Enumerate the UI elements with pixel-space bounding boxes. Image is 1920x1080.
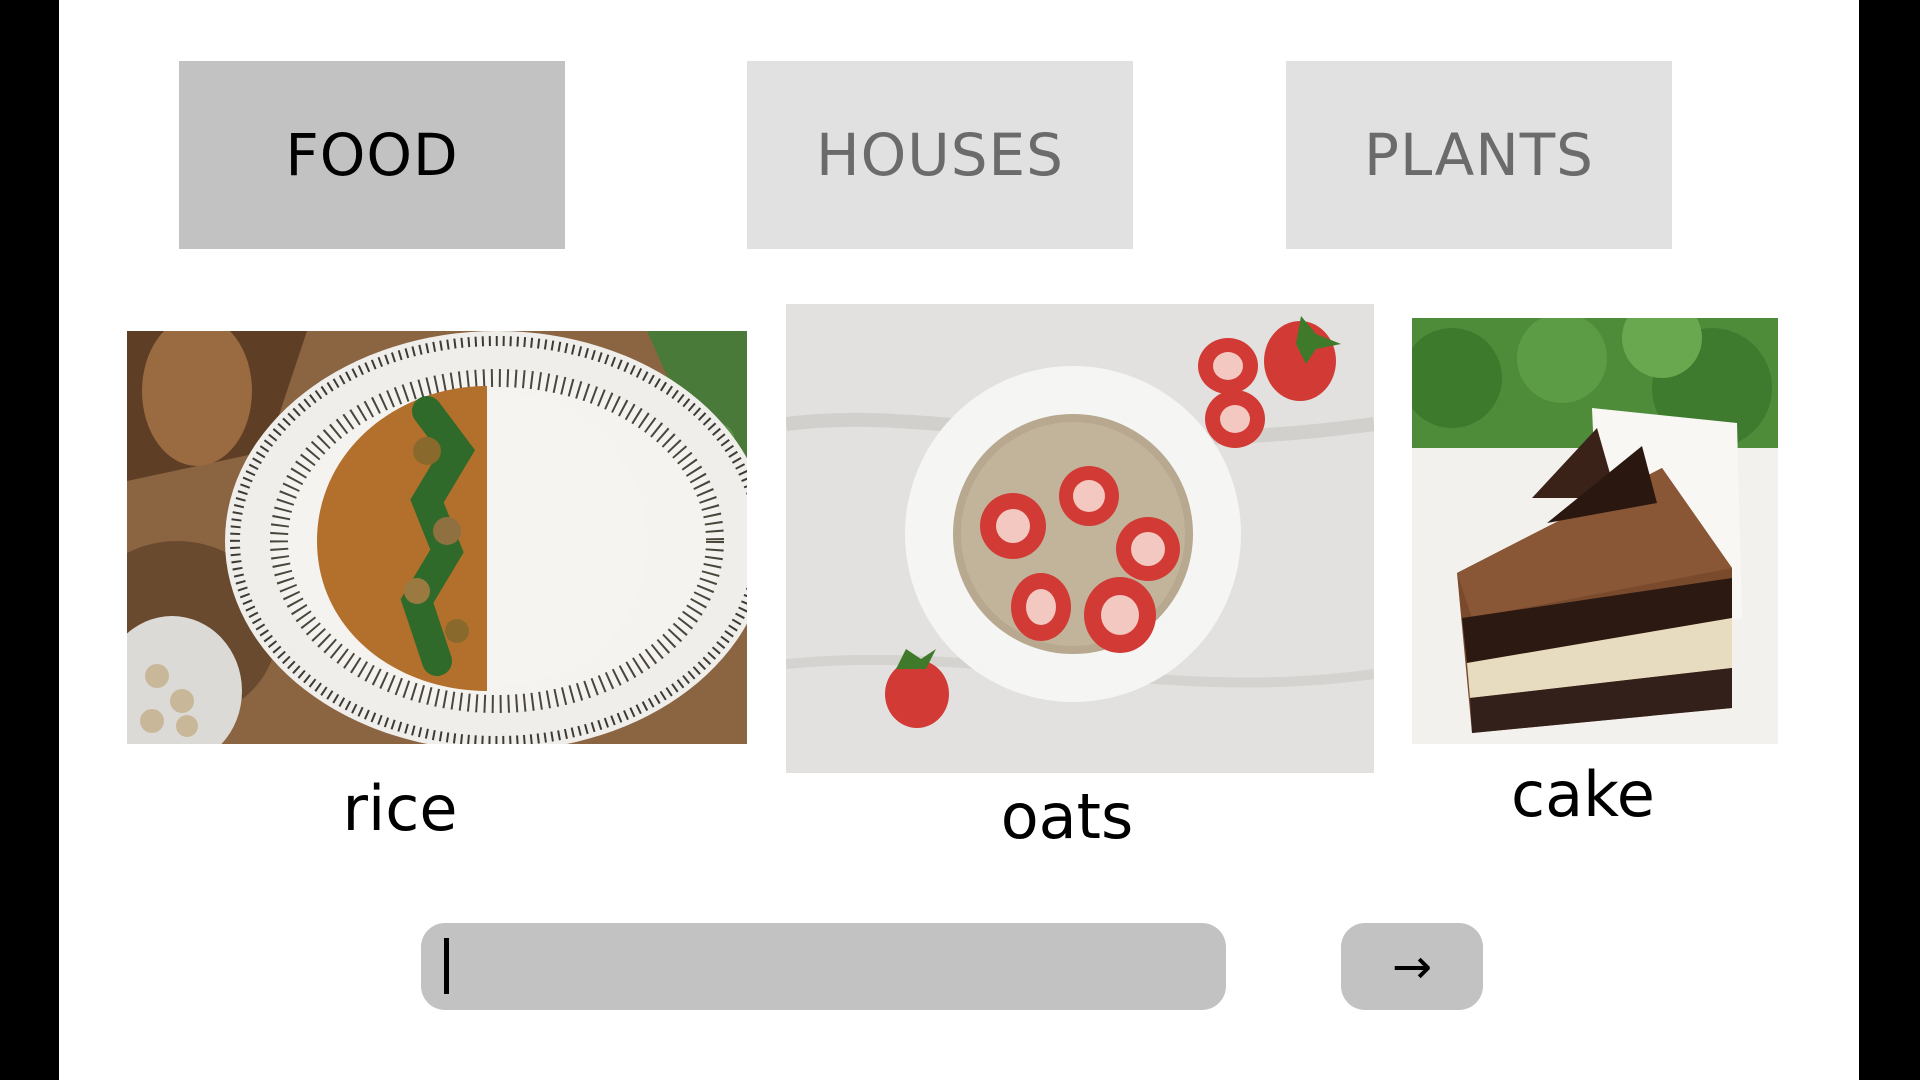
cake-image[interactable] [1412, 318, 1778, 744]
rice-image[interactable] [127, 331, 747, 744]
search-input[interactable] [421, 923, 1226, 1010]
oats-caption: oats [1000, 780, 1134, 853]
tab-food[interactable]: FOOD [179, 61, 565, 249]
tab-houses-label: HOUSES [816, 121, 1064, 189]
tab-plants-label: PLANTS [1364, 121, 1594, 189]
arrow-right-icon: → [1391, 938, 1433, 995]
cake-caption: cake [1511, 758, 1655, 831]
text-cursor [444, 938, 449, 994]
tab-houses[interactable]: HOUSES [747, 61, 1133, 249]
tab-plants[interactable]: PLANTS [1286, 61, 1672, 249]
rice-caption: rice [342, 772, 458, 845]
app-canvas: FOOD HOUSES PLANTS rice oats cake → [59, 0, 1859, 1080]
oats-image[interactable] [786, 304, 1374, 773]
tab-food-label: FOOD [285, 121, 459, 189]
submit-button[interactable]: → [1341, 923, 1483, 1010]
